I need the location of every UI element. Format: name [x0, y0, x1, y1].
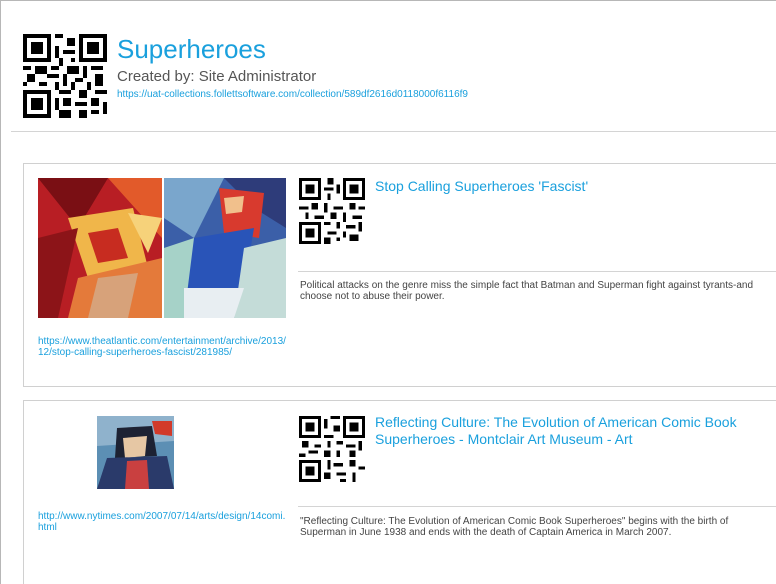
- item-description: "Reflecting Culture: The Evolution of Am…: [300, 516, 729, 538]
- collection-page: Superheroes Created by: Site Administrat…: [0, 0, 776, 584]
- collection-url-link[interactable]: https://uat-collections.follettsoftware.…: [117, 89, 468, 100]
- collection-item-card: http://www.nytimes.com/2007/07/14/arts/d…: [23, 400, 776, 584]
- item-description: Political attacks on the genre miss the …: [300, 280, 754, 302]
- collection-qr-code-icon: [23, 34, 107, 118]
- item-divider: [298, 506, 776, 507]
- item-title-link[interactable]: Stop Calling Superheroes 'Fascist': [375, 178, 775, 195]
- item-title-link[interactable]: Reflecting Culture: The Evolution of Ame…: [375, 414, 775, 448]
- item-url-link[interactable]: https://www.theatlantic.com/entertainmen…: [38, 336, 288, 358]
- collection-title: Superheroes: [117, 34, 266, 64]
- item-thumbnail-left[interactable]: [38, 178, 162, 318]
- item-qr-code-icon: [299, 178, 365, 244]
- item-qr-code-icon: [299, 416, 365, 482]
- item-thumbnail-right[interactable]: [164, 178, 286, 318]
- collection-creator: Created by: Site Administrator: [117, 68, 317, 85]
- header-divider: [11, 131, 776, 132]
- item-url-link[interactable]: http://www.nytimes.com/2007/07/14/arts/d…: [38, 511, 288, 533]
- item-thumbnail[interactable]: [97, 416, 174, 489]
- item-divider: [298, 271, 776, 272]
- collection-item-card: https://www.theatlantic.com/entertainmen…: [23, 163, 776, 387]
